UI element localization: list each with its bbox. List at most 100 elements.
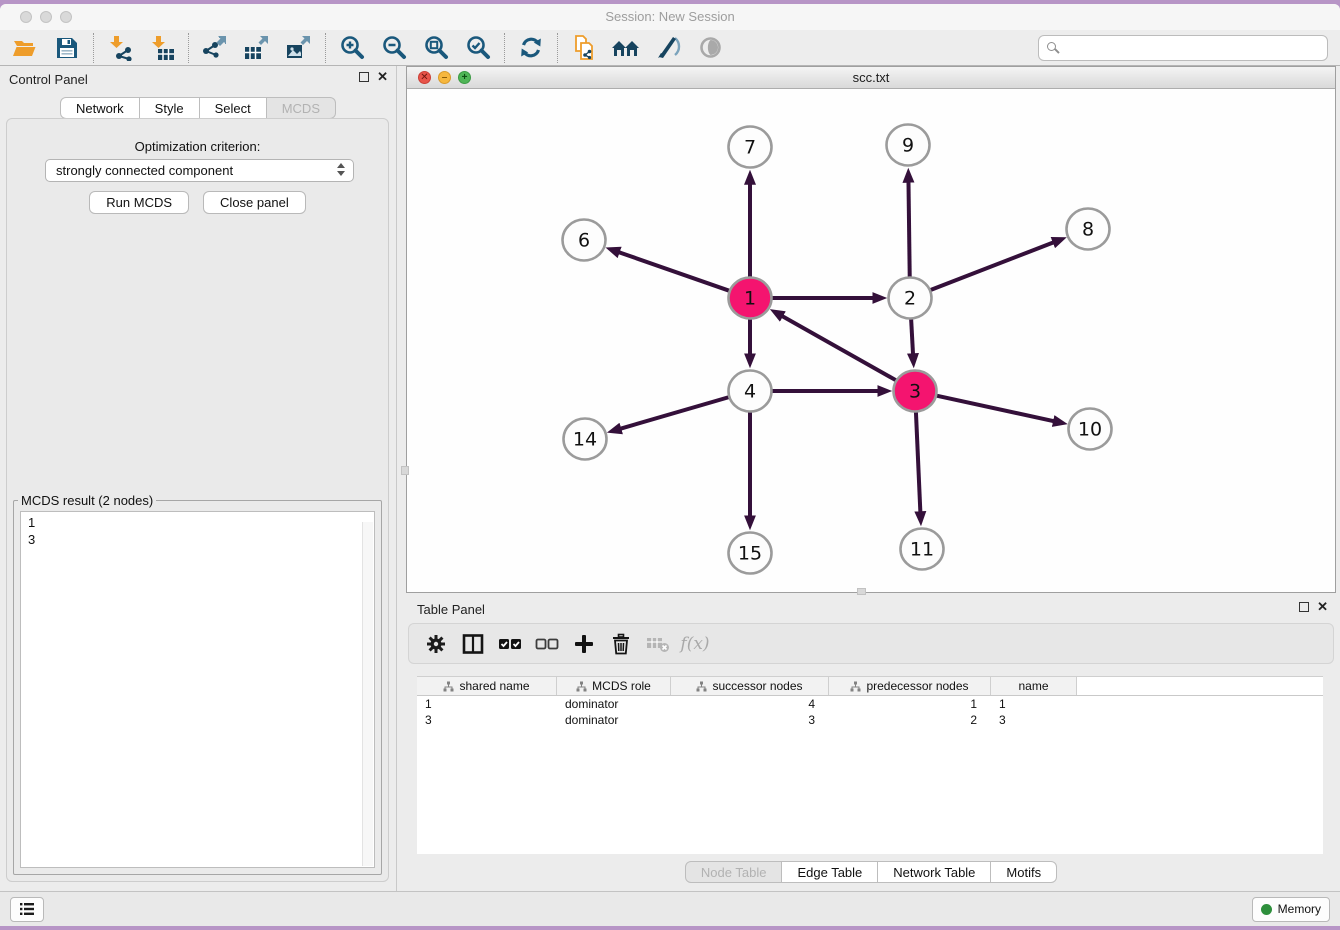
graph-node-label: 7 bbox=[744, 137, 756, 159]
close-panel-button[interactable]: Close panel bbox=[203, 191, 306, 214]
table-row[interactable]: 1dominator411 bbox=[417, 696, 1323, 712]
fx-icon: f(x) bbox=[680, 634, 709, 654]
dropdown-stepper-icon bbox=[337, 163, 345, 176]
run-mcds-button[interactable]: Run MCDS bbox=[89, 191, 189, 214]
table-options-button[interactable] bbox=[421, 629, 451, 659]
mcds-result-box: MCDS result (2 nodes) 1 3 bbox=[13, 493, 382, 875]
splitter-handle-horizontal[interactable] bbox=[857, 588, 866, 595]
houses-icon bbox=[611, 36, 641, 60]
delete-row-button[interactable] bbox=[606, 629, 636, 659]
deselect-all-button[interactable] bbox=[532, 629, 562, 659]
export-table-icon bbox=[244, 35, 270, 61]
function-builder-button[interactable]: f(x) bbox=[680, 629, 710, 659]
criterion-dropdown[interactable]: strongly connected component bbox=[45, 159, 354, 182]
float-panel-icon[interactable] bbox=[359, 72, 369, 82]
window-titlebar: Session: New Session bbox=[0, 4, 1340, 30]
save-session-button[interactable] bbox=[46, 32, 88, 64]
column-label: successor nodes bbox=[712, 679, 802, 693]
column-header-successor-nodes[interactable]: successor nodes bbox=[671, 677, 829, 695]
hierarchy-icon bbox=[443, 681, 454, 692]
graph-edge-3-10[interactable] bbox=[936, 395, 1054, 421]
tab-select[interactable]: Select bbox=[200, 97, 267, 119]
import-network-button[interactable] bbox=[99, 32, 141, 64]
graph-node-label: 2 bbox=[904, 288, 916, 310]
mcds-result-text[interactable]: 1 3 bbox=[20, 511, 375, 868]
zoom-out-icon bbox=[382, 35, 407, 60]
close-table-panel-icon[interactable]: ✕ bbox=[1317, 602, 1328, 612]
zoom-in-icon bbox=[340, 35, 365, 60]
paintbrush-slash-icon bbox=[655, 35, 681, 60]
close-panel-icon[interactable]: ✕ bbox=[377, 72, 388, 82]
table-cell: dominator bbox=[557, 712, 671, 728]
gear-icon bbox=[424, 632, 448, 656]
table-tab-edge-table[interactable]: Edge Table bbox=[782, 861, 878, 883]
tab-style[interactable]: Style bbox=[140, 97, 200, 119]
table-row[interactable]: 3dominator323 bbox=[417, 712, 1323, 728]
control-panel-tabs: NetworkStyleSelectMCDS bbox=[60, 97, 336, 119]
float-table-panel-icon[interactable] bbox=[1299, 602, 1309, 612]
graph-edge-3-1[interactable] bbox=[782, 316, 896, 381]
zoom-out-button[interactable] bbox=[373, 32, 415, 64]
tab-mcds[interactable]: MCDS bbox=[267, 97, 336, 119]
table-body: 1dominator4113dominator323 bbox=[417, 696, 1323, 728]
zoom-fit-button[interactable] bbox=[415, 32, 457, 64]
select-all-button[interactable] bbox=[495, 629, 525, 659]
result-scrollbar[interactable] bbox=[362, 522, 373, 866]
zoom-in-button[interactable] bbox=[331, 32, 373, 64]
column-header-shared-name[interactable]: shared name bbox=[417, 677, 557, 695]
import-table-button[interactable] bbox=[141, 32, 183, 64]
delete-table-button[interactable] bbox=[643, 629, 673, 659]
graph-edge-4-14[interactable] bbox=[621, 397, 730, 429]
search-icon bbox=[1047, 42, 1056, 51]
task-history-button[interactable] bbox=[10, 897, 44, 922]
network-canvas[interactable]: 7968124314101511 bbox=[407, 89, 1335, 592]
tab-network[interactable]: Network bbox=[60, 97, 140, 119]
graph-edge-2-9[interactable] bbox=[908, 182, 909, 277]
zoom-selected-button[interactable] bbox=[457, 32, 499, 64]
graph-node-label: 14 bbox=[573, 429, 597, 451]
table-tab-motifs[interactable]: Motifs bbox=[991, 861, 1057, 883]
network-window-titlebar: ✕ – + scc.txt bbox=[407, 67, 1335, 89]
column-header-predecessor-nodes[interactable]: predecessor nodes bbox=[829, 677, 991, 695]
column-header-name[interactable]: name bbox=[991, 677, 1077, 695]
table-cell: 1 bbox=[829, 696, 991, 712]
apply-style-button[interactable] bbox=[647, 32, 689, 64]
clone-network-icon bbox=[571, 34, 597, 62]
graph-edge-3-11[interactable] bbox=[916, 412, 920, 512]
table-cell: dominator bbox=[557, 696, 671, 712]
show-column-button[interactable] bbox=[458, 629, 488, 659]
plus-icon bbox=[572, 632, 596, 656]
memory-button-label: Memory bbox=[1278, 902, 1321, 916]
graph-edge-2-8[interactable] bbox=[930, 242, 1054, 290]
network-graph: 7968124314101511 bbox=[407, 89, 1335, 592]
column-header-MCDS-role[interactable]: MCDS role bbox=[557, 677, 671, 695]
network-view-window: ✕ – + scc.txt 7968124314101511 bbox=[406, 66, 1336, 593]
toolbar-search bbox=[1038, 35, 1328, 61]
export-table-button[interactable] bbox=[236, 32, 278, 64]
graph-node-label: 4 bbox=[744, 381, 756, 403]
table-tab-network-table[interactable]: Network Table bbox=[878, 861, 991, 883]
refresh-icon bbox=[518, 35, 544, 60]
add-row-button[interactable] bbox=[569, 629, 599, 659]
search-input[interactable] bbox=[1038, 35, 1328, 61]
table-cell: 1 bbox=[991, 696, 1077, 712]
column-label: MCDS role bbox=[592, 679, 651, 693]
columns-icon bbox=[461, 632, 485, 656]
graph-node-label: 3 bbox=[909, 381, 921, 403]
table-tab-node-table[interactable]: Node Table bbox=[685, 861, 783, 883]
export-network-button[interactable] bbox=[194, 32, 236, 64]
table-cell: 1 bbox=[417, 696, 557, 712]
export-image-button[interactable] bbox=[278, 32, 320, 64]
show-hide-graphics-details-button[interactable] bbox=[689, 32, 731, 64]
first-neighbors-button[interactable] bbox=[605, 32, 647, 64]
memory-status-icon bbox=[1261, 904, 1272, 915]
splitter-handle-vertical[interactable] bbox=[401, 466, 409, 475]
memory-button[interactable]: Memory bbox=[1252, 897, 1330, 922]
clone-network-button[interactable] bbox=[563, 32, 605, 64]
graph-edge-2-3[interactable] bbox=[911, 319, 913, 354]
open-file-button[interactable] bbox=[4, 32, 46, 64]
mcds-tab-content: Optimization criterion: strongly connect… bbox=[6, 118, 389, 882]
graph-edge-1-6[interactable] bbox=[619, 252, 730, 291]
apply-preferred-layout-button[interactable] bbox=[510, 32, 552, 64]
import-network-icon bbox=[107, 35, 133, 61]
